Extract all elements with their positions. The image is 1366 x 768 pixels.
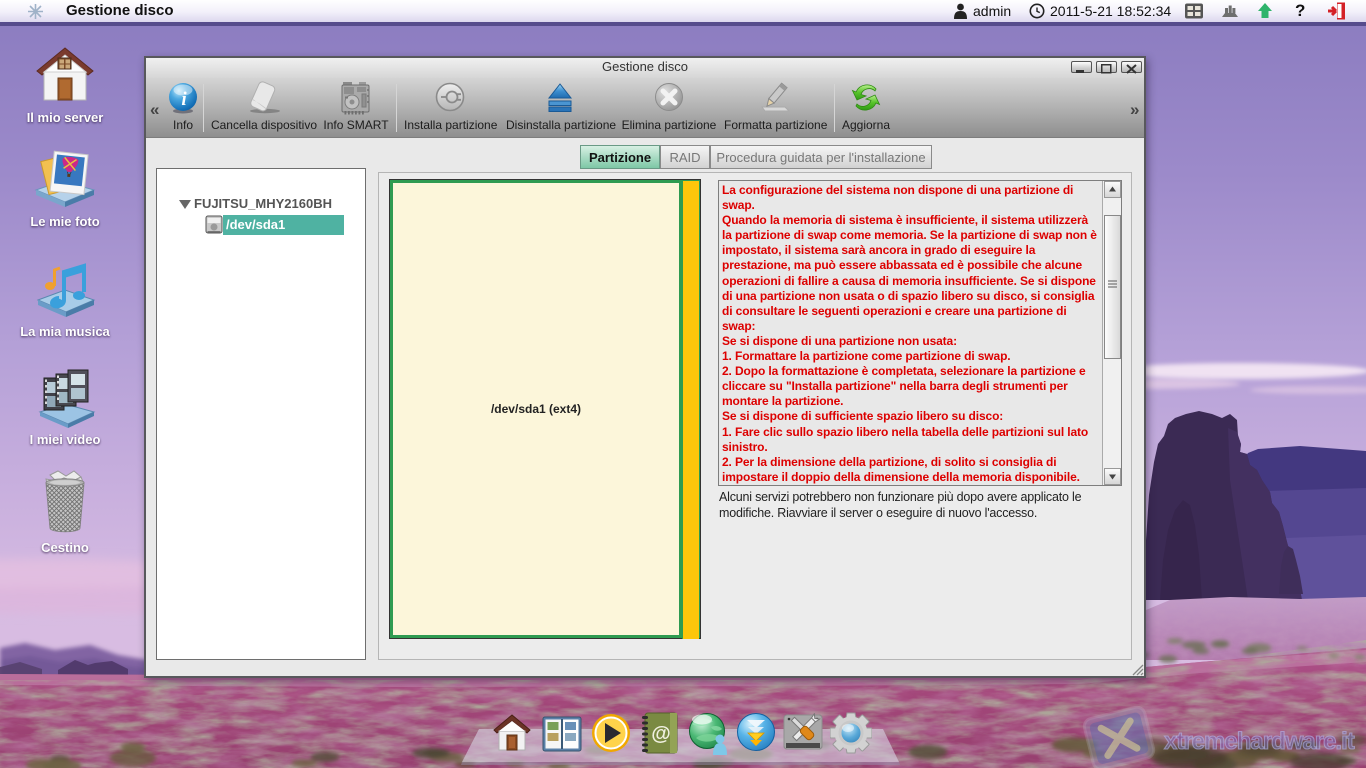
svg-text:@: @: [651, 723, 671, 745]
svg-text:i: i: [181, 89, 187, 110]
svg-text:xtremehardware.it: xtremehardware.it: [1164, 728, 1355, 755]
